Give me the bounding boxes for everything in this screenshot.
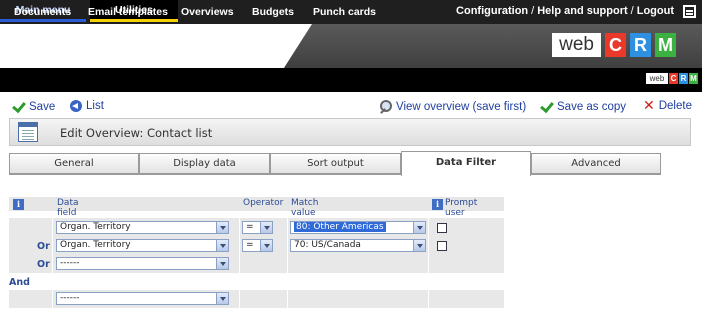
list-icon[interactable] xyxy=(683,5,696,18)
save-as-copy-label: Save as copy xyxy=(557,100,627,113)
tab-advanced[interactable]: Advanced xyxy=(531,153,661,174)
operator-select-2[interactable]: = xyxy=(242,239,273,252)
view-overview-button[interactable]: View overview (save first) xyxy=(379,100,526,113)
chevron-down-icon xyxy=(413,240,425,251)
view-overview-label: View overview (save first) xyxy=(396,100,527,113)
save-label: Save xyxy=(29,100,56,113)
data-field-select-1[interactable]: Organ. Territory xyxy=(56,221,229,234)
column-divider xyxy=(287,290,288,308)
mini-logo: web C R M xyxy=(646,73,698,84)
info-icon[interactable]: i xyxy=(13,199,24,210)
or-label: Or xyxy=(37,241,50,252)
tab-display-data[interactable]: Display data xyxy=(139,153,270,174)
back-arrow-icon xyxy=(70,100,82,112)
column-divider xyxy=(52,290,53,308)
header-match-value: Match value xyxy=(291,198,319,218)
prompt-info-icon[interactable]: i xyxy=(432,199,443,210)
mini-logo-m: M xyxy=(689,73,698,84)
match-value: 80: Other Americas xyxy=(294,222,386,232)
main-nav xyxy=(0,68,702,92)
match-value-select-2[interactable]: 70: US/Canada xyxy=(290,239,426,252)
nav-budgets[interactable]: Budgets xyxy=(252,6,294,18)
help-link[interactable]: Help and support xyxy=(537,5,627,17)
configuration-link[interactable]: Configuration xyxy=(456,5,528,17)
banner-white-area xyxy=(0,24,312,68)
list-button[interactable]: List xyxy=(70,100,104,112)
magnifier-icon xyxy=(379,100,392,113)
and-data-field-select[interactable]: ------ xyxy=(56,292,229,305)
check-icon xyxy=(12,100,25,113)
operator-value: = xyxy=(246,240,254,250)
operator-value: = xyxy=(246,222,254,232)
page-title: Edit Overview: Contact list xyxy=(60,126,213,140)
data-field-value: Organ. Territory xyxy=(60,240,131,250)
header-operator: Operator xyxy=(243,198,284,208)
separator: / xyxy=(630,5,634,17)
mini-logo-web: web xyxy=(646,73,668,84)
chevron-down-icon xyxy=(260,240,272,251)
chevron-down-icon xyxy=(216,240,228,251)
column-divider xyxy=(287,218,288,273)
save-as-copy-button[interactable]: Save as copy xyxy=(540,100,626,113)
logo-letter-c: C xyxy=(605,33,626,57)
and-label: And xyxy=(9,277,30,288)
check-icon xyxy=(540,100,553,113)
header-data-field: Data field xyxy=(57,198,79,218)
prompt-user-checkbox-1[interactable] xyxy=(437,223,447,233)
tab-baseline xyxy=(9,174,661,175)
nav-documents[interactable]: Documents xyxy=(14,6,71,18)
operator-select-1[interactable]: = xyxy=(242,221,273,234)
logout-link[interactable]: Logout xyxy=(637,5,674,17)
save-button[interactable]: Save xyxy=(12,100,55,113)
webcrm-logo: web C R M xyxy=(552,33,676,57)
nav-email-templates[interactable]: Email templates xyxy=(88,6,168,18)
column-divider xyxy=(239,290,240,308)
delete-label: Delete xyxy=(658,100,692,112)
logo-letter-r: R xyxy=(630,33,651,57)
logo-letter-m: M xyxy=(655,33,676,57)
or-label: Or xyxy=(37,259,50,270)
logo-web: web xyxy=(552,33,601,57)
column-divider xyxy=(52,218,53,273)
match-value-select-1[interactable]: 80: Other Americas xyxy=(290,221,426,234)
tab-general[interactable]: General xyxy=(9,153,139,174)
tab-sort-output[interactable]: Sort output xyxy=(270,153,401,174)
column-divider xyxy=(428,290,429,308)
chevron-down-icon xyxy=(260,222,272,233)
mini-logo-c: C xyxy=(669,73,678,84)
separator: / xyxy=(531,5,535,17)
prompt-user-checkbox-2[interactable] xyxy=(437,241,447,251)
list-label: List xyxy=(86,100,104,112)
chevron-down-icon xyxy=(413,222,425,233)
data-field-select-2[interactable]: Organ. Territory xyxy=(56,239,229,252)
data-field-select-3[interactable]: ------ xyxy=(56,257,229,270)
data-field-value: ------ xyxy=(60,258,80,268)
page-title-bar: Edit Overview: Contact list xyxy=(9,118,691,146)
column-divider xyxy=(428,218,429,273)
column-divider xyxy=(239,218,240,273)
data-field-value: Organ. Territory xyxy=(60,222,131,232)
header-prompt-user: Prompt user xyxy=(445,198,478,218)
delete-x-icon: ✕ xyxy=(643,98,655,114)
top-links: Configuration / Help and support / Logou… xyxy=(456,5,674,17)
match-value: 70: US/Canada xyxy=(294,240,361,250)
chevron-down-icon xyxy=(216,293,228,304)
chevron-down-icon xyxy=(216,258,228,269)
delete-button[interactable]: ✕ Delete xyxy=(643,98,692,114)
tab-data-filter[interactable]: Data Filter xyxy=(401,151,531,176)
overview-document-icon xyxy=(18,122,38,142)
data-field-value: ------ xyxy=(60,293,80,303)
chevron-down-icon xyxy=(216,222,228,233)
nav-overviews[interactable]: Overviews xyxy=(181,6,234,18)
nav-punch-cards[interactable]: Punch cards xyxy=(313,6,376,18)
mini-logo-r: R xyxy=(679,73,688,84)
